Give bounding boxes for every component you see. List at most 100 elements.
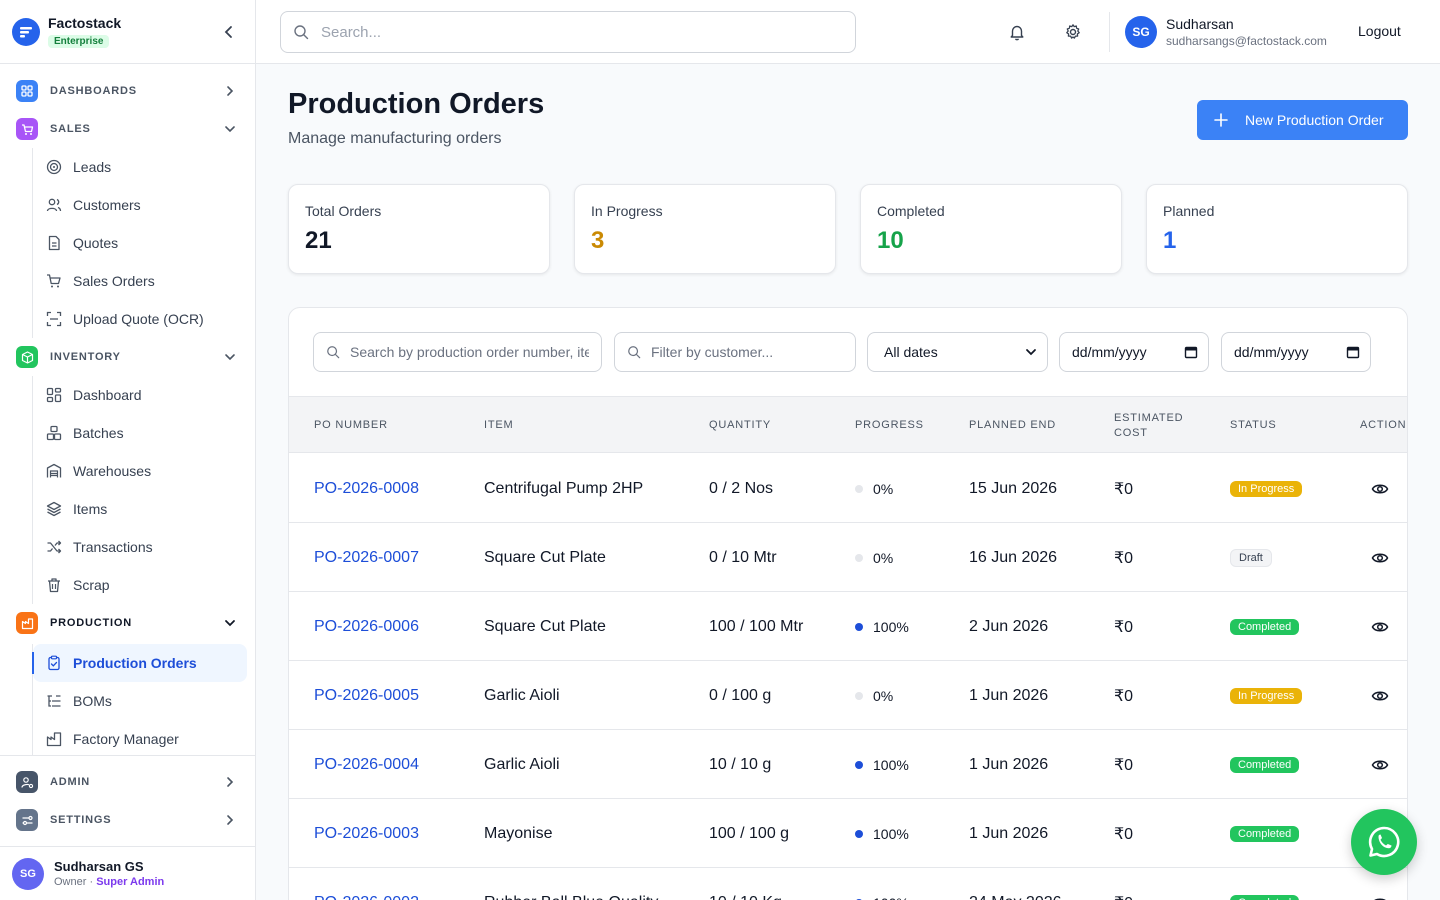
- item-cell: Mayonise: [484, 824, 553, 842]
- column-header-item[interactable]: ITEM: [484, 397, 513, 454]
- view-action-button[interactable]: [1371, 661, 1389, 730]
- po-number-link[interactable]: PO-2026-0003: [314, 799, 419, 868]
- customer-filter[interactable]: [614, 332, 856, 372]
- stat-value: 21: [305, 227, 332, 254]
- sidebar-item-factory-manager[interactable]: Factory Manager: [33, 720, 247, 755]
- column-header-po-number[interactable]: PO NUMBER: [314, 397, 388, 454]
- sidebar-item-quotes[interactable]: Quotes: [33, 224, 247, 262]
- po-number-link[interactable]: PO-2026-0007: [314, 523, 419, 592]
- user-menu[interactable]: Sudharsan sudharsangs@factostack.com: [1166, 16, 1327, 48]
- stat-label: In Progress: [591, 203, 663, 219]
- column-header-estimated-cost[interactable]: ESTIMATED COST: [1114, 397, 1194, 454]
- nav-section-settings[interactable]: SETTINGS: [0, 801, 255, 839]
- view-action-button[interactable]: [1371, 454, 1389, 523]
- column-header-status[interactable]: STATUS: [1230, 397, 1277, 454]
- table-row[interactable]: PO-2026-0008 Centrifugal Pump 2HP 0 / 2 No…: [289, 454, 1407, 523]
- progress-dot: [855, 691, 863, 700]
- sidebar-item-label: Factory Manager: [73, 731, 179, 747]
- sidebar-item-production-orders[interactable]: Production Orders: [32, 644, 247, 682]
- sidebar-bottom-nav: ADMIN SETTINGS: [0, 755, 255, 839]
- table-row[interactable]: PO-2026-0007 Square Cut Plate 0 / 10 Mtr 0%…: [289, 523, 1407, 592]
- table-header: PO NUMBER ITEM QUANTITY PROGRESS PLANNED…: [289, 396, 1407, 453]
- topbar-divider: [1109, 12, 1110, 52]
- logout-button[interactable]: Logout: [1358, 23, 1401, 39]
- table-row[interactable]: PO-2026-0005 Garlic Aioli 0 / 100 g 0% 1 Jun…: [289, 661, 1407, 730]
- notifications-button[interactable]: [1007, 22, 1027, 42]
- sidebar-item-sales-orders[interactable]: Sales Orders: [33, 262, 247, 300]
- date-from-input[interactable]: dd/mm/yyyy: [1059, 332, 1209, 372]
- sidebar-item-transactions[interactable]: Transactions: [33, 528, 247, 566]
- sidebar-item-scrap[interactable]: Scrap: [33, 566, 247, 604]
- search-input[interactable]: [321, 23, 841, 41]
- nav-section-sales[interactable]: SALES: [0, 110, 255, 148]
- sidebar-item-upload-quote[interactable]: Upload Quote (OCR): [33, 300, 247, 338]
- po-number-link[interactable]: PO-2026-0006: [314, 592, 419, 661]
- chevron-right-icon: [227, 86, 234, 96]
- sidebar-item-label: BOMs: [73, 693, 112, 709]
- view-action-button[interactable]: [1371, 730, 1389, 799]
- progress-dot: [855, 760, 863, 769]
- sidebar-item-items[interactable]: Items: [33, 490, 247, 528]
- po-search-filter[interactable]: [313, 332, 602, 372]
- view-action-button[interactable]: [1371, 592, 1389, 661]
- collapse-sidebar-button[interactable]: [219, 22, 239, 42]
- po-number-link[interactable]: PO-2026-0008: [314, 454, 419, 523]
- user-role: Owner · Super Admin: [54, 876, 164, 888]
- eye-icon: [1373, 898, 1387, 900]
- sidebar-item-boms[interactable]: BOMs: [33, 682, 247, 720]
- whatsapp-chat-button[interactable]: [1351, 809, 1417, 875]
- po-number-link[interactable]: PO-2026-0005: [314, 661, 419, 730]
- column-header-planned-end[interactable]: PLANNED END: [969, 397, 1056, 454]
- trash-icon: [45, 576, 63, 594]
- nav-section-admin[interactable]: ADMIN: [0, 763, 255, 801]
- stat-label: Planned: [1163, 203, 1215, 219]
- sidebar-item-inventory-dashboard[interactable]: Dashboard: [33, 376, 247, 414]
- nav-section-production[interactable]: PRODUCTION: [0, 604, 255, 642]
- cart-icon: [45, 272, 63, 290]
- sidebar-item-warehouses[interactable]: Warehouses: [33, 452, 247, 490]
- column-header-action: ACTION: [1360, 419, 1407, 431]
- settings-button[interactable]: [1063, 22, 1083, 42]
- progress-value: 100%: [873, 895, 909, 900]
- table-row[interactable]: PO-2026-0002 Rubber Ball Blue Quality 10 /…: [289, 868, 1407, 900]
- new-production-order-button[interactable]: New Production Order: [1197, 100, 1408, 140]
- column-header-quantity[interactable]: QUANTITY: [709, 397, 771, 454]
- calendar-icon: [1184, 346, 1198, 359]
- nav-section-inventory[interactable]: INVENTORY: [0, 338, 255, 376]
- table-row[interactable]: PO-2026-0006 Square Cut Plate 100 / 100 Mt…: [289, 592, 1407, 661]
- stat-completed-card: Completed 10: [860, 184, 1122, 274]
- quantity-cell: 10 / 10 g: [709, 755, 772, 773]
- date-range-select[interactable]: All dates: [867, 332, 1048, 372]
- table-row[interactable]: PO-2026-0004 Garlic Aioli 10 / 10 g 100% 1 J…: [289, 730, 1407, 799]
- sidebar-item-batches[interactable]: Batches: [33, 414, 247, 452]
- search-icon: [293, 24, 309, 40]
- po-search-input[interactable]: [350, 344, 589, 360]
- clipboard-check-icon: [45, 654, 63, 672]
- date-to-value: dd/mm/yyyy: [1234, 344, 1309, 360]
- scan-icon: [45, 310, 63, 328]
- sidebar-user-card[interactable]: SG Sudharsan GS Owner · Super Admin: [0, 846, 255, 900]
- avatar[interactable]: SG: [1125, 16, 1157, 48]
- table-row[interactable]: PO-2026-0003 Mayonise 100 / 100 g 100% 1 Jun…: [289, 799, 1407, 868]
- sidebar-item-customers[interactable]: Customers: [33, 186, 247, 224]
- boxes-icon: [45, 424, 63, 442]
- chevron-down-icon: [225, 354, 235, 361]
- item-cell: Garlic Aioli: [484, 755, 560, 773]
- sidebar-item-leads[interactable]: Leads: [33, 148, 247, 186]
- progress-value: 100%: [873, 825, 909, 842]
- estimated-cost-cell: ₹0: [1114, 549, 1134, 567]
- column-header-progress[interactable]: PROGRESS: [855, 397, 924, 454]
- users-icon: [45, 196, 63, 214]
- date-to-input[interactable]: dd/mm/yyyy: [1221, 332, 1371, 372]
- estimated-cost-cell: ₹0: [1114, 825, 1134, 843]
- nav-section-dashboards[interactable]: DASHBOARDS: [0, 72, 255, 110]
- po-number-link[interactable]: PO-2026-0002: [314, 868, 419, 900]
- user-cog-icon: [16, 771, 38, 793]
- global-search[interactable]: [280, 11, 856, 53]
- view-action-button[interactable]: [1371, 523, 1389, 592]
- po-number-link[interactable]: PO-2026-0004: [314, 730, 419, 799]
- quantity-cell: 100 / 100 Mtr: [709, 617, 804, 635]
- factory-icon: [45, 730, 63, 748]
- stat-label: Completed: [877, 203, 945, 219]
- customer-filter-input[interactable]: [651, 344, 843, 360]
